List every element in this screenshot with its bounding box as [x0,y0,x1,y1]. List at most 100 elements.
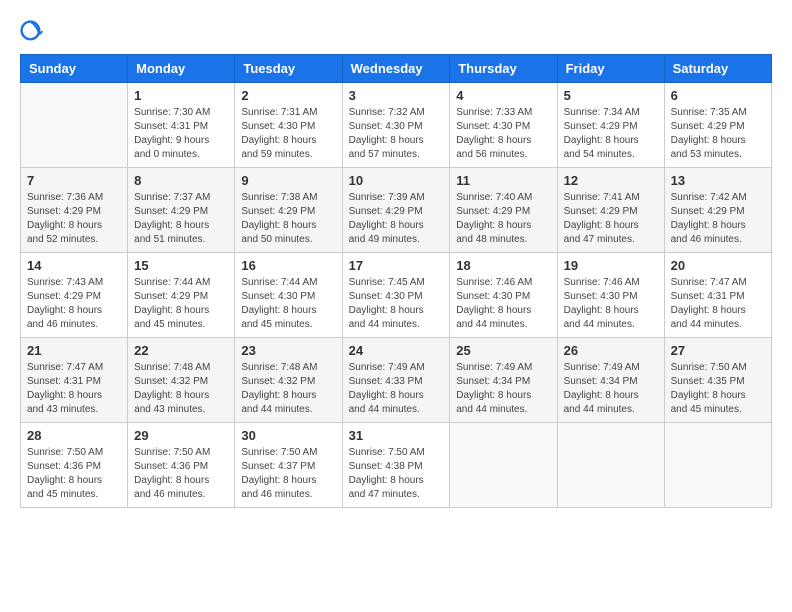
day-number: 23 [241,343,335,358]
day-number: 13 [671,173,765,188]
calendar-cell: 4 Sunrise: 7:33 AMSunset: 4:30 PMDaylight… [450,83,557,168]
calendar-cell: 17Sunrise: 7:45 AMSunset: 4:30 PMDayligh… [342,253,450,338]
day-info: Sunrise: 7:50 AMSunset: 4:36 PMDaylight:… [134,446,228,502]
calendar-cell: 25 Sunrise: 7:49 AMSunset: 4:34 PMDayligh… [450,338,557,423]
day-number: 26 [564,343,658,358]
day-number: 5 [564,88,658,103]
calendar-cell: 30 Sunrise: 7:50 AMSunset: 4:37 PMDayligh… [235,423,342,508]
day-info: Sunrise: 7:48 AMSunset: 4:32 PMDaylight:… [134,361,228,417]
day-number: 24 [349,343,444,358]
day-info: Sunrise: 7:44 AMSunset: 4:29 PMDaylight:… [134,276,228,332]
day-info: Sunrise: 7:49 AMSunset: 4:33 PMDaylight:… [349,361,444,417]
day-info: Sunrise: 7:50 AMSunset: 4:35 PMDaylight:… [671,361,765,417]
day-info: Sunrise: 7:50 AMSunset: 4:37 PMDaylight:… [241,446,335,502]
logo [20,20,48,44]
day-number: 14 [27,258,121,273]
calendar-cell: 31 Sunrise: 7:50 AMSunset: 4:38 PMDayligh… [342,423,450,508]
calendar-cell: 11 Sunrise: 7:40 AMSunset: 4:29 PMDayligh… [450,168,557,253]
calendar-cell: 16 Sunrise: 7:44 AMSunset: 4:30 PMDayligh… [235,253,342,338]
calendar: SundayMondayTuesdayWednesdayThursdayFrid… [20,54,772,508]
day-info: Sunrise: 7:39 AMSunset: 4:29 PMDaylight:… [349,191,444,247]
day-info: Sunrise: 7:44 AMSunset: 4:30 PMDaylight:… [241,276,335,332]
calendar-cell: 1Sunrise: 7:30 AMSunset: 4:31 PMDaylight… [128,83,235,168]
day-number: 20 [671,258,765,273]
day-number: 11 [456,173,550,188]
day-number: 19 [564,258,658,273]
day-number: 12 [564,173,658,188]
day-info: Sunrise: 7:43 AMSunset: 4:29 PMDaylight:… [27,276,121,332]
day-info: Sunrise: 7:49 AMSunset: 4:34 PMDaylight:… [456,361,550,417]
day-number: 10 [349,173,444,188]
day-info: Sunrise: 7:40 AMSunset: 4:29 PMDaylight:… [456,191,550,247]
calendar-cell: 10 Sunrise: 7:39 AMSunset: 4:29 PMDayligh… [342,168,450,253]
weekday-header-saturday: Saturday [664,55,771,83]
day-info: Sunrise: 7:36 AMSunset: 4:29 PMDaylight:… [27,191,121,247]
calendar-cell: 21Sunrise: 7:47 AMSunset: 4:31 PMDayligh… [21,338,128,423]
logo-icon [20,20,44,44]
week-row-3: 14 Sunrise: 7:43 AMSunset: 4:29 PMDayligh… [21,253,772,338]
calendar-cell: 18Sunrise: 7:46 AMSunset: 4:30 PMDayligh… [450,253,557,338]
day-info: Sunrise: 7:41 AMSunset: 4:29 PMDaylight:… [564,191,658,247]
day-info: Sunrise: 7:46 AMSunset: 4:30 PMDaylight:… [564,276,658,332]
week-row-2: 7 Sunrise: 7:36 AMSunset: 4:29 PMDaylight… [21,168,772,253]
day-number: 25 [456,343,550,358]
calendar-cell: 5 Sunrise: 7:34 AMSunset: 4:29 PMDaylight… [557,83,664,168]
day-number: 18 [456,258,550,273]
calendar-cell: 3 Sunrise: 7:32 AMSunset: 4:30 PMDaylight… [342,83,450,168]
day-info: Sunrise: 7:35 AMSunset: 4:29 PMDaylight:… [671,106,765,162]
day-info: Sunrise: 7:48 AMSunset: 4:32 PMDaylight:… [241,361,335,417]
day-number: 8 [134,173,228,188]
day-number: 1 [134,88,228,103]
day-number: 17 [349,258,444,273]
day-info: Sunrise: 7:50 AMSunset: 4:38 PMDaylight:… [349,446,444,502]
day-info: Sunrise: 7:47 AMSunset: 4:31 PMDaylight:… [27,361,121,417]
day-number: 30 [241,428,335,443]
day-info: Sunrise: 7:47 AMSunset: 4:31 PMDaylight:… [671,276,765,332]
day-number: 3 [349,88,444,103]
weekday-header-thursday: Thursday [450,55,557,83]
day-number: 31 [349,428,444,443]
calendar-cell: 8 Sunrise: 7:37 AMSunset: 4:29 PMDaylight… [128,168,235,253]
day-number: 27 [671,343,765,358]
day-number: 7 [27,173,121,188]
calendar-cell: 27 Sunrise: 7:50 AMSunset: 4:35 PMDayligh… [664,338,771,423]
day-info: Sunrise: 7:38 AMSunset: 4:29 PMDaylight:… [241,191,335,247]
day-info: Sunrise: 7:31 AMSunset: 4:30 PMDaylight:… [241,106,335,162]
weekday-header-wednesday: Wednesday [342,55,450,83]
weekday-header-sunday: Sunday [21,55,128,83]
calendar-cell: 14 Sunrise: 7:43 AMSunset: 4:29 PMDayligh… [21,253,128,338]
calendar-cell: 22Sunrise: 7:48 AMSunset: 4:32 PMDayligh… [128,338,235,423]
day-number: 15 [134,258,228,273]
calendar-cell [450,423,557,508]
calendar-cell: 12 Sunrise: 7:41 AMSunset: 4:29 PMDayligh… [557,168,664,253]
calendar-cell: 2 Sunrise: 7:31 AMSunset: 4:30 PMDaylight… [235,83,342,168]
calendar-cell: 19 Sunrise: 7:46 AMSunset: 4:30 PMDayligh… [557,253,664,338]
calendar-cell: 23 Sunrise: 7:48 AMSunset: 4:32 PMDayligh… [235,338,342,423]
calendar-cell: 24 Sunrise: 7:49 AMSunset: 4:33 PMDayligh… [342,338,450,423]
day-number: 4 [456,88,550,103]
day-info: Sunrise: 7:34 AMSunset: 4:29 PMDaylight:… [564,106,658,162]
day-number: 28 [27,428,121,443]
day-number: 29 [134,428,228,443]
day-info: Sunrise: 7:50 AMSunset: 4:36 PMDaylight:… [27,446,121,502]
week-row-5: 28 Sunrise: 7:50 AMSunset: 4:36 PMDayligh… [21,423,772,508]
day-info: Sunrise: 7:42 AMSunset: 4:29 PMDaylight:… [671,191,765,247]
weekday-header-monday: Monday [128,55,235,83]
day-info: Sunrise: 7:49 AMSunset: 4:34 PMDaylight:… [564,361,658,417]
calendar-cell: 7 Sunrise: 7:36 AMSunset: 4:29 PMDaylight… [21,168,128,253]
day-info: Sunrise: 7:33 AMSunset: 4:30 PMDaylight:… [456,106,550,162]
day-number: 16 [241,258,335,273]
calendar-cell: 13 Sunrise: 7:42 AMSunset: 4:29 PMDayligh… [664,168,771,253]
calendar-cell: 26 Sunrise: 7:49 AMSunset: 4:34 PMDayligh… [557,338,664,423]
weekday-header-friday: Friday [557,55,664,83]
header [20,20,772,44]
calendar-cell [664,423,771,508]
calendar-cell: 28 Sunrise: 7:50 AMSunset: 4:36 PMDayligh… [21,423,128,508]
day-number: 2 [241,88,335,103]
calendar-cell: 6 Sunrise: 7:35 AMSunset: 4:29 PMDaylight… [664,83,771,168]
day-info: Sunrise: 7:37 AMSunset: 4:29 PMDaylight:… [134,191,228,247]
calendar-cell: 15 Sunrise: 7:44 AMSunset: 4:29 PMDayligh… [128,253,235,338]
week-row-4: 21Sunrise: 7:47 AMSunset: 4:31 PMDayligh… [21,338,772,423]
day-number: 6 [671,88,765,103]
day-info: Sunrise: 7:32 AMSunset: 4:30 PMDaylight:… [349,106,444,162]
